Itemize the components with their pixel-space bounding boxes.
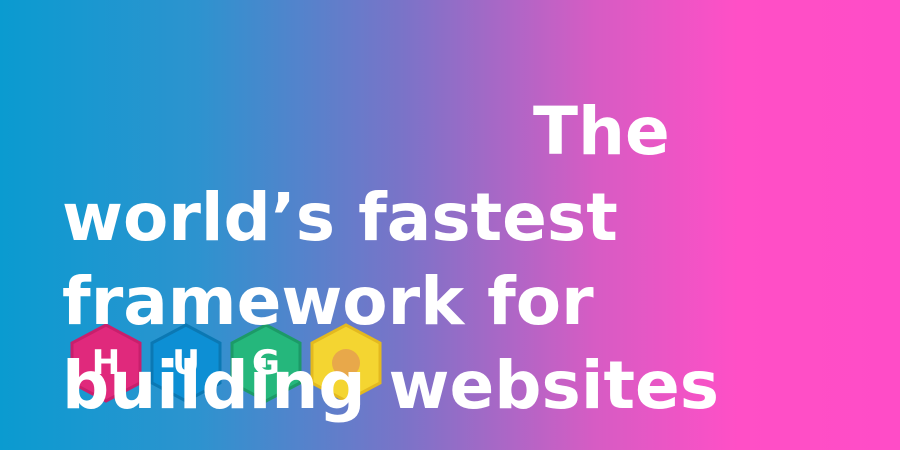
hero-banner: H U G O The world’s fastest framework fo… xyxy=(0,0,900,450)
headline: The world’s fastest framework for buildi… xyxy=(0,0,900,450)
headline-line-1: The xyxy=(533,93,670,170)
headline-line-4: building websites xyxy=(62,347,720,424)
headline-line-2: world’s fastest xyxy=(62,179,618,256)
headline-line-3: framework for xyxy=(62,263,594,340)
